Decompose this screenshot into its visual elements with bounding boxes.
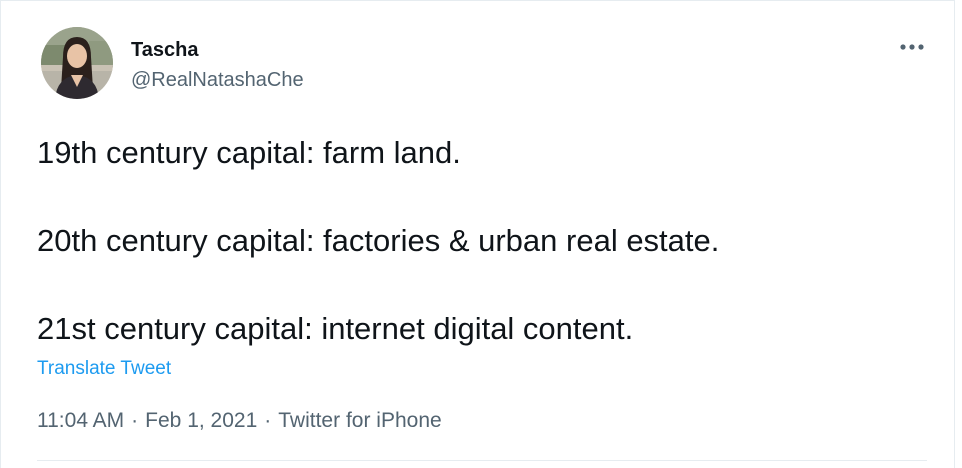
tweet-meta: 11:04 AM · Feb 1, 2021 · Twitter for iPhone (37, 408, 442, 434)
tweet-line: 20th century capital: factories & urban … (37, 223, 720, 258)
meta-separator: · (131, 409, 139, 432)
translate-tweet-link[interactable]: Translate Tweet (37, 357, 171, 381)
author-handle[interactable]: @RealNatashaChe (131, 68, 304, 92)
tweet-line: 21st century capital: internet digital c… (37, 311, 634, 346)
divider (37, 460, 927, 461)
tweet-card: Tascha @RealNatashaChe 19th century capi… (0, 0, 955, 468)
tweet-date[interactable]: Feb 1, 2021 (145, 409, 257, 432)
more-dots-icon (900, 44, 924, 50)
line-spacer (37, 174, 917, 219)
tweet-source[interactable]: Twitter for iPhone (278, 409, 441, 432)
avatar[interactable] (41, 27, 113, 99)
meta-separator: · (264, 409, 272, 432)
more-options-button[interactable] (897, 35, 927, 59)
author-display-name[interactable]: Tascha (131, 38, 198, 62)
tweet-text: 19th century capital: farm land. 20th ce… (37, 131, 917, 350)
tweet-line: 19th century capital: farm land. (37, 135, 461, 170)
tweet-time[interactable]: 11:04 AM (37, 409, 124, 432)
profile-photo-icon (41, 27, 113, 99)
line-spacer (37, 262, 917, 307)
